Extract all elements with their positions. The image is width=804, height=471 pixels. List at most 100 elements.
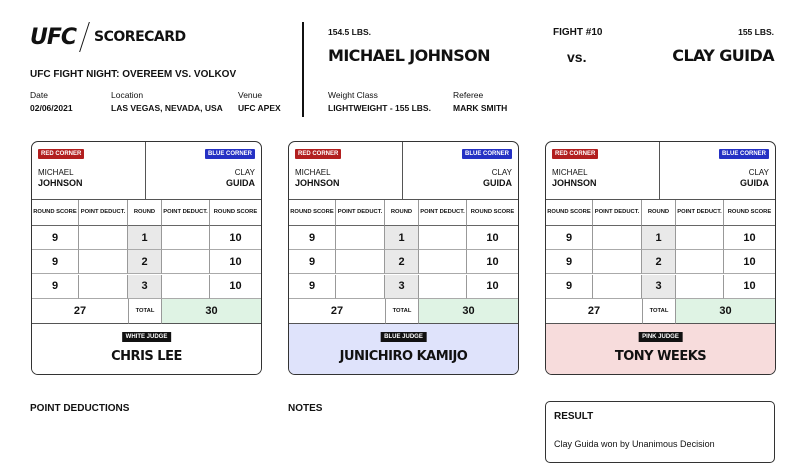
red-weight: 154.5 LBS. (328, 27, 371, 37)
blue-round-score: 10 (467, 250, 518, 275)
referee-value: MARK SMITH (453, 103, 508, 113)
header-divider (302, 22, 304, 117)
blue-point-deduct (162, 226, 210, 250)
judge-name: JUNICHIRO KAMIJO (339, 349, 468, 364)
red-corner-name: MICHAEL JOHNSON (552, 167, 597, 189)
blue-round-score: 10 (724, 250, 775, 275)
corner-divider (402, 142, 403, 200)
corner-header: RED CORNER BLUE CORNER MICHAEL JOHNSON CLAY G… (289, 142, 518, 200)
red-round-score-header: ROUND SCORE (546, 200, 593, 226)
blue-total: 30 (162, 299, 261, 324)
red-point-deduct-header: POINT DEDUCT. (79, 200, 128, 226)
red-point-deduct (593, 250, 642, 275)
date-label: Date (30, 90, 48, 100)
scorecard: RED CORNER BLUE CORNER MICHAEL JOHNSON CLAY G… (31, 141, 262, 375)
round-header: ROUND (642, 200, 676, 226)
result-box: RESULT Clay Guida won by Unanimous Decis… (545, 401, 775, 463)
blue-round-score-header: ROUND SCORE (724, 200, 775, 226)
scorecard: RED CORNER BLUE CORNER MICHAEL JOHNSON CLAY G… (545, 141, 776, 375)
location-value: LAS VEGAS, NEVADA, USA (111, 103, 223, 113)
red-point-deduct-header: POINT DEDUCT. (336, 200, 385, 226)
round-number: 1 (385, 226, 419, 250)
red-last-name: JOHNSON (295, 178, 340, 188)
red-round-score: 9 (546, 226, 593, 250)
blue-point-deduct (676, 226, 724, 250)
blue-point-deduct (419, 250, 467, 275)
red-point-deduct (79, 250, 128, 275)
blue-point-deduct (419, 274, 467, 299)
blue-first-name: CLAY (491, 168, 512, 177)
date-value: 02/06/2021 (30, 103, 73, 113)
round-number: 3 (385, 274, 419, 299)
scorecard: RED CORNER BLUE CORNER MICHAEL JOHNSON CLAY G… (288, 141, 519, 375)
blue-first-name: CLAY (234, 168, 255, 177)
blue-round-score: 10 (210, 226, 261, 250)
round-number: 1 (128, 226, 162, 250)
total-label: TOTAL (385, 299, 419, 324)
judge-badge: WHITE JUDGE (121, 332, 172, 342)
judge-name: CHRIS LEE (111, 349, 182, 364)
red-corner-badge: RED CORNER (552, 149, 599, 159)
blue-last-name: GUIDA (740, 178, 769, 188)
red-corner-name: MICHAEL JOHNSON (38, 167, 83, 189)
red-round-score-header: ROUND SCORE (289, 200, 336, 226)
blue-round-score: 10 (724, 275, 775, 299)
blue-round-score-header: ROUND SCORE (467, 200, 518, 226)
brand: UFC SCORECARD (30, 22, 186, 52)
blue-corner-badge: BLUE CORNER (461, 149, 512, 159)
corner-header: RED CORNER BLUE CORNER MICHAEL JOHNSON CLAY G… (32, 142, 261, 200)
blue-round-score: 10 (210, 250, 261, 275)
total-label: TOTAL (128, 299, 162, 324)
blue-corner-name: CLAY GUIDA (483, 167, 512, 189)
judge-badge: PINK JUDGE (638, 332, 683, 342)
blue-point-deduct-header: POINT DEDUCT. (419, 200, 467, 226)
blue-point-deduct (419, 226, 467, 250)
result-title: RESULT (554, 411, 594, 422)
red-point-deduct (336, 250, 385, 275)
vs-label: vs. (567, 49, 587, 65)
round-number: 2 (128, 250, 162, 275)
page-title: SCORECARD (94, 29, 186, 45)
round-number: 3 (642, 274, 676, 299)
total-label: TOTAL (642, 299, 676, 324)
blue-round-score: 10 (467, 226, 518, 250)
corner-divider (145, 142, 146, 200)
blue-fighter-name: CLAY GUIDA (672, 46, 774, 65)
judge-area: BLUE JUDGE JUNICHIRO KAMIJO (289, 324, 518, 374)
red-first-name: MICHAEL (295, 168, 331, 177)
fight-number: FIGHT #10 (553, 27, 603, 38)
referee-label: Referee (453, 90, 484, 100)
round-number: 1 (642, 226, 676, 250)
round-number: 2 (642, 250, 676, 275)
notes-heading: NOTES (288, 403, 323, 414)
point-deductions-heading: POINT DEDUCTIONS (30, 403, 130, 414)
blue-round-score: 10 (467, 275, 518, 299)
blue-last-name: GUIDA (483, 178, 512, 188)
blue-corner-badge: BLUE CORNER (718, 149, 769, 159)
red-point-deduct (79, 274, 128, 299)
red-first-name: MICHAEL (552, 168, 588, 177)
red-point-deduct (336, 226, 385, 250)
blue-round-score: 10 (724, 226, 775, 250)
blue-point-deduct (162, 274, 210, 299)
event-title: UFC FIGHT NIGHT: OVEREEM VS. VOLKOV (30, 69, 237, 80)
red-last-name: JOHNSON (38, 178, 83, 188)
brand-divider (79, 22, 90, 52)
red-fighter-name: MICHAEL JOHNSON (328, 46, 491, 65)
red-round-score-header: ROUND SCORE (32, 200, 79, 226)
blue-round-score: 10 (210, 275, 261, 299)
red-point-deduct (593, 274, 642, 299)
red-point-deduct (336, 274, 385, 299)
blue-total: 30 (419, 299, 518, 324)
blue-corner-name: CLAY GUIDA (740, 167, 769, 189)
blue-corner-badge: BLUE CORNER (204, 149, 255, 159)
red-point-deduct (593, 226, 642, 250)
red-total: 27 (546, 299, 642, 324)
result-text: Clay Guida won by Unanimous Decision (554, 439, 715, 449)
judge-badge: BLUE JUDGE (380, 332, 427, 342)
red-round-score: 9 (32, 250, 79, 275)
weight-class-label: Weight Class (328, 90, 378, 100)
judge-area: PINK JUDGE TONY WEEKS (546, 324, 775, 374)
blue-weight: 155 LBS. (738, 27, 774, 37)
judge-name: TONY WEEKS (614, 349, 707, 364)
